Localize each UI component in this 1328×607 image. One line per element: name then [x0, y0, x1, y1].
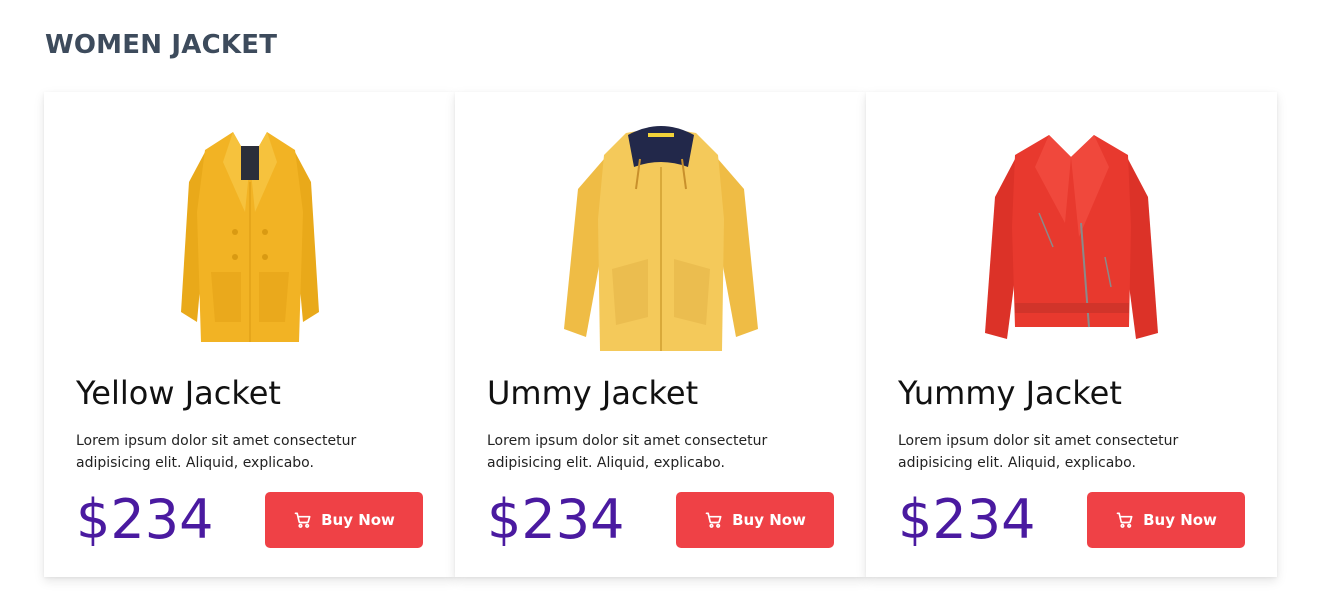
- product-title: Ummy Jacket: [487, 374, 699, 412]
- cart-icon: [293, 510, 313, 530]
- product-title: Yellow Jacket: [76, 374, 281, 412]
- product-grid: Yellow Jacket Lorem ipsum dolor sit amet…: [44, 92, 1277, 577]
- product-title: Yummy Jacket: [898, 374, 1122, 412]
- buy-now-button[interactable]: Buy Now: [1087, 492, 1245, 548]
- product-image: [866, 112, 1277, 362]
- product-card: Yellow Jacket Lorem ipsum dolor sit amet…: [44, 92, 455, 577]
- buy-now-label: Buy Now: [732, 511, 806, 529]
- product-price: $234: [76, 488, 214, 551]
- yellow-peacoat-image: [180, 132, 319, 342]
- buy-now-label: Buy Now: [321, 511, 395, 529]
- red-leather-jacket-image: [985, 135, 1158, 339]
- product-price: $234: [487, 488, 625, 551]
- product-page: WOMEN JACKET Yellow Jacket Lorem ipsum d…: [0, 0, 1328, 607]
- product-image: [455, 112, 866, 362]
- yellow-raincoat-image: [563, 126, 758, 351]
- product-description: Lorem ipsum dolor sit amet consectetur a…: [487, 433, 768, 471]
- section-title: WOMEN JACKET: [45, 30, 278, 60]
- product-card: Ummy Jacket Lorem ipsum dolor sit amet c…: [455, 92, 866, 577]
- product-description: Lorem ipsum dolor sit amet consectetur a…: [898, 433, 1179, 471]
- buy-now-button[interactable]: Buy Now: [265, 492, 423, 548]
- cart-icon: [1115, 510, 1135, 530]
- product-card: Yummy Jacket Lorem ipsum dolor sit amet …: [866, 92, 1277, 577]
- product-price: $234: [898, 488, 1036, 551]
- product-image: [44, 112, 455, 362]
- cart-icon: [704, 510, 724, 530]
- product-description: Lorem ipsum dolor sit amet consectetur a…: [76, 433, 357, 471]
- buy-now-button[interactable]: Buy Now: [676, 492, 834, 548]
- buy-now-label: Buy Now: [1143, 511, 1217, 529]
